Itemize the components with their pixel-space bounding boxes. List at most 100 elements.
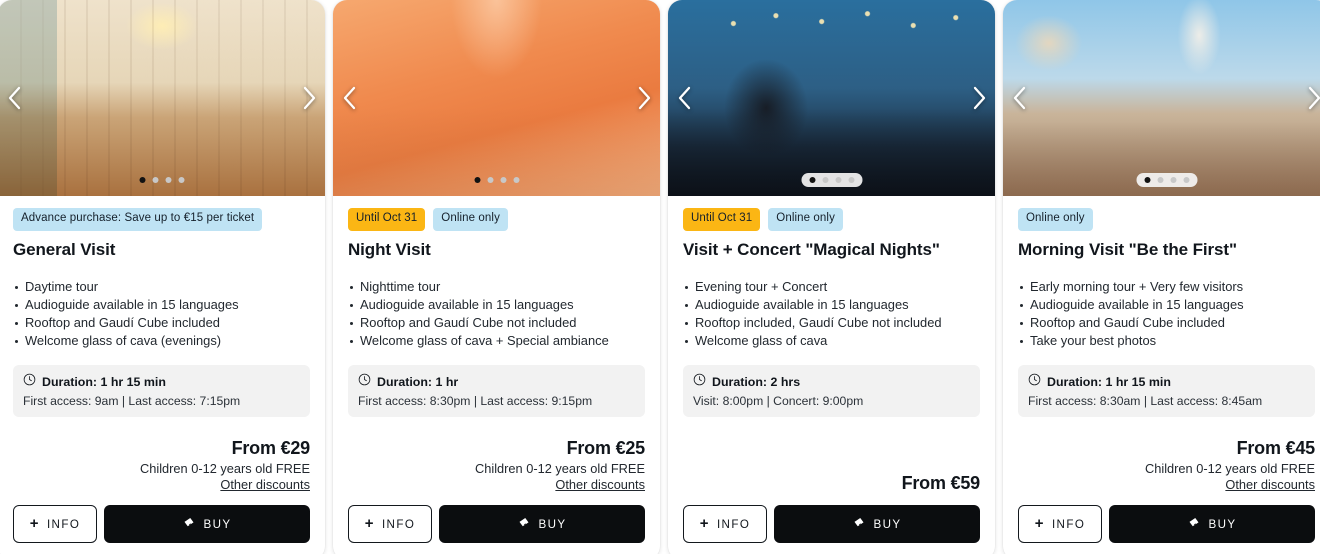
ticket-icon <box>852 516 866 533</box>
card-body: Until Oct 31 Online only Night Visit Nigh… <box>333 196 660 554</box>
buy-button[interactable]: BUY <box>774 505 980 543</box>
carousel-dot[interactable] <box>165 177 171 183</box>
duration-box: Duration: 2 hrs Visit: 8:00pm | Concert:… <box>683 364 980 417</box>
other-discounts-link[interactable]: Other discounts <box>220 477 310 492</box>
card-media <box>668 0 995 196</box>
flex-spacer <box>13 429 310 438</box>
access-times: Visit: 8:00pm | Concert: 9:00pm <box>693 393 864 408</box>
carousel-dot[interactable] <box>474 177 480 183</box>
duration-label: Duration: 2 hrs <box>712 374 801 389</box>
carousel-dot[interactable] <box>139 177 145 183</box>
info-button[interactable]: + INFO <box>348 505 432 543</box>
card-badge: Until Oct 31 <box>683 208 761 231</box>
buy-button[interactable]: BUY <box>1109 505 1315 543</box>
card-badge: Online only <box>768 208 843 231</box>
pricing-block: From €29 Children 0-12 years old FREE Ot… <box>13 438 310 494</box>
info-button[interactable]: + INFO <box>683 505 767 543</box>
access-times: First access: 8:30am | Last access: 8:45… <box>1028 393 1263 408</box>
carousel-dot[interactable] <box>809 177 815 183</box>
feature-item: Audioguide available in 15 languages <box>683 296 980 314</box>
pricing-block: From €45 Children 0-12 years old FREE Ot… <box>1018 438 1315 494</box>
clock-icon <box>23 373 36 391</box>
duration-box: Duration: 1 hr 15 min First access: 9am … <box>13 364 310 417</box>
carousel-dot[interactable] <box>1170 177 1176 183</box>
feature-item: Welcome glass of cava + Special ambiance <box>348 332 645 350</box>
flex-spacer <box>683 429 980 473</box>
carousel-dot[interactable] <box>152 177 158 183</box>
card-actions: + INFO BUY <box>13 505 310 554</box>
feature-item: Take your best photos <box>1018 332 1315 350</box>
buy-button-label: BUY <box>873 517 902 531</box>
card-body: Until Oct 31 Online only Visit + Concert … <box>668 196 995 554</box>
card-badges: Online only <box>1018 208 1315 231</box>
card-badges: Advance purchase: Save up to €15 per tic… <box>13 208 310 231</box>
carousel-dot[interactable] <box>822 177 828 183</box>
access-times: First access: 9am | Last access: 7:15pm <box>23 393 241 408</box>
plus-icon: + <box>29 515 40 532</box>
carousel-dot[interactable] <box>487 177 493 183</box>
carousel-dot[interactable] <box>500 177 506 183</box>
card-badge: Until Oct 31 <box>348 208 426 231</box>
duration-box: Duration: 1 hr 15 min First access: 8:30… <box>1018 364 1315 417</box>
carousel-dot[interactable] <box>1144 177 1150 183</box>
card-actions: + INFO BUY <box>1018 505 1315 554</box>
card-badge: Online only <box>433 208 508 231</box>
next-slide-button[interactable] <box>296 81 322 115</box>
other-discounts-link[interactable]: Other discounts <box>555 477 645 492</box>
card-badge: Advance purchase: Save up to €15 per tic… <box>13 208 263 231</box>
ticket-icon <box>1187 516 1201 533</box>
card-actions: + INFO BUY <box>348 505 645 554</box>
feature-item: Welcome glass of cava (evenings) <box>13 332 310 350</box>
feature-item: Audioguide available in 15 languages <box>348 296 645 314</box>
prev-slide-button[interactable] <box>336 81 362 115</box>
feature-item: Audioguide available in 15 languages <box>1018 296 1315 314</box>
price-from: From €29 <box>231 438 311 458</box>
next-slide-button[interactable] <box>631 81 657 115</box>
duration-label: Duration: 1 hr 15 min <box>1047 374 1171 389</box>
feature-item: Daytime tour <box>13 278 310 296</box>
price-from: From €25 <box>566 438 646 458</box>
info-button-label: INFO <box>381 517 416 531</box>
feature-item: Welcome glass of cava <box>683 332 980 350</box>
children-free-note: Children 0-12 years old FREE <box>140 461 310 476</box>
feature-item: Rooftop and Gaudí Cube not included <box>348 314 645 332</box>
plus-icon: + <box>1034 515 1045 532</box>
ticket-card-general-visit: Advance purchase: Save up to €15 per tic… <box>0 0 325 554</box>
pricing-block: From €59 <box>683 473 981 494</box>
carousel-dot[interactable] <box>848 177 854 183</box>
plus-icon: + <box>364 515 375 532</box>
other-discounts-link[interactable]: Other discounts <box>1225 477 1315 492</box>
carousel-dots <box>1136 173 1197 187</box>
carousel-dot[interactable] <box>178 177 184 183</box>
flex-spacer <box>348 429 645 438</box>
feature-item: Early morning tour + Very few visitors <box>1018 278 1315 296</box>
next-slide-button[interactable] <box>966 81 992 115</box>
buy-button[interactable]: BUY <box>104 505 310 543</box>
children-free-note: Children 0-12 years old FREE <box>1145 461 1315 476</box>
carousel-dot[interactable] <box>513 177 519 183</box>
prev-slide-button[interactable] <box>1006 81 1032 115</box>
pricing-block: From €25 Children 0-12 years old FREE Ot… <box>348 438 645 494</box>
next-slide-button[interactable] <box>1301 81 1320 115</box>
prev-slide-button[interactable] <box>1 81 27 115</box>
info-button[interactable]: + INFO <box>1018 505 1102 543</box>
info-button[interactable]: + INFO <box>13 505 97 543</box>
clock-icon <box>1028 373 1041 391</box>
duration-label: Duration: 1 hr <box>377 374 459 389</box>
clock-icon <box>693 373 706 391</box>
carousel-dots <box>131 173 192 187</box>
carousel-dot[interactable] <box>1183 177 1189 183</box>
ticket-icon <box>517 516 531 533</box>
card-media <box>333 0 660 196</box>
buy-button-label: BUY <box>1208 517 1237 531</box>
prev-slide-button[interactable] <box>671 81 697 115</box>
plus-icon: + <box>699 515 710 532</box>
card-photo <box>0 0 325 196</box>
buy-button[interactable]: BUY <box>439 505 645 543</box>
carousel-dot[interactable] <box>1157 177 1163 183</box>
feature-list: Nighttime tour Audioguide available in 15… <box>348 278 645 351</box>
card-body: Advance purchase: Save up to €15 per tic… <box>0 196 325 554</box>
carousel-dots <box>466 173 527 187</box>
carousel-dots <box>801 173 862 187</box>
carousel-dot[interactable] <box>835 177 841 183</box>
